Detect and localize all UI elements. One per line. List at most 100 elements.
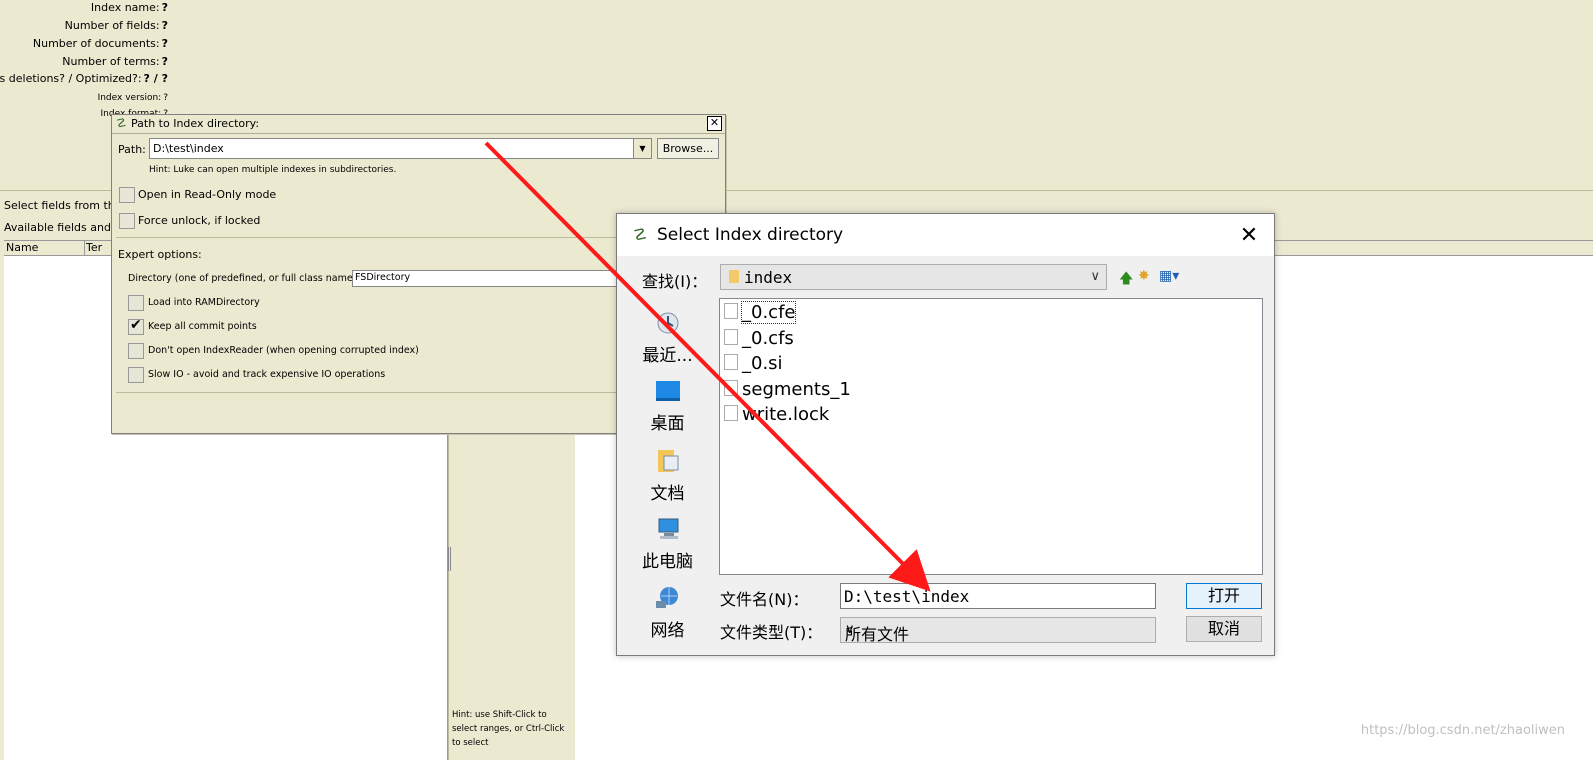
luke-app-icon: ☡ xyxy=(116,116,127,130)
recent-icon xyxy=(657,312,678,334)
expert-option-label: Don't open IndexReader (when opening cor… xyxy=(148,345,419,356)
up-folder-icon[interactable]: 🡅 xyxy=(1119,268,1133,292)
filetype-label: 文件类型(T)： xyxy=(720,623,823,642)
view-menu-icon[interactable]: ▦▾ xyxy=(1159,268,1179,284)
place-documents[interactable]: 文档 xyxy=(625,448,710,504)
path-label: Path: xyxy=(118,143,146,156)
readonly-label: Open in Read-Only mode xyxy=(138,188,277,201)
cancel-button[interactable]: 取消 xyxy=(1186,616,1262,642)
file-item[interactable]: _0.cfe xyxy=(724,301,797,324)
index-info-row: Index name:? xyxy=(91,1,168,14)
luke-app-icon: ☡ xyxy=(633,225,648,244)
close-button[interactable]: ✕ xyxy=(1236,223,1262,249)
file-icon xyxy=(724,354,738,370)
select-directory-dialog: ☡ Select Index directory ✕ 查找(I)： index … xyxy=(616,213,1275,656)
chevron-down-icon[interactable]: ∨ xyxy=(1090,269,1100,284)
index-info-row: Number of fields:? xyxy=(65,19,168,32)
filename-input[interactable]: D:\test\index xyxy=(840,583,1156,609)
place-this-pc[interactable]: 此电脑 xyxy=(625,516,710,572)
select-dialog-title: Select Index directory xyxy=(657,225,844,245)
selection-hint: Hint: use Shift-Click to select ranges, … xyxy=(452,710,565,748)
look-in-label: 查找(I)： xyxy=(642,272,708,291)
file-item[interactable]: write.lock xyxy=(724,404,829,426)
index-info-row: Has deletions? / Optimized?:? / ? xyxy=(0,72,168,85)
file-name: _0.cfs xyxy=(742,327,794,349)
directory-value: FSDirectory xyxy=(355,272,411,283)
expert-option-label: Keep all commit points xyxy=(148,321,257,332)
place-label: 桌面 xyxy=(650,414,685,434)
readonly-checkbox[interactable] xyxy=(119,187,135,203)
force-unlock-checkbox[interactable] xyxy=(119,213,135,229)
folder-icon xyxy=(729,270,739,283)
file-icon xyxy=(724,303,738,319)
file-item[interactable]: _0.cfs xyxy=(724,328,794,350)
file-name: segments_1 xyxy=(742,378,851,400)
expert-option-label: Load into RAMDirectory xyxy=(148,297,260,308)
path-hint: Hint: Luke can open multiple indexes in … xyxy=(149,165,397,175)
expert-option-label: Slow IO - avoid and track expensive IO o… xyxy=(148,369,386,380)
filename-label: 文件名(N)： xyxy=(720,590,809,609)
available-fields-text: Available fields and xyxy=(4,221,111,234)
expert-option-checkbox[interactable] xyxy=(128,343,144,359)
computer-icon xyxy=(658,518,678,539)
place-label: 网络 xyxy=(650,621,685,641)
look-in-combo[interactable]: index ∨ xyxy=(720,264,1107,290)
close-icon: ✕ xyxy=(709,116,720,129)
index-info-label: Number of fields: xyxy=(64,19,160,32)
index-info-row: Number of terms:? xyxy=(62,55,168,68)
browse-button[interactable]: Browse... xyxy=(657,138,719,159)
splitter-handle[interactable] xyxy=(448,547,452,571)
file-item[interactable]: segments_1 xyxy=(724,379,851,401)
place-network[interactable]: 网络 xyxy=(625,585,710,641)
index-info-value: ? xyxy=(161,19,168,32)
expert-options-label: Expert options: xyxy=(118,248,202,261)
expert-option-checkbox[interactable] xyxy=(128,295,144,311)
index-info-label: Index name: xyxy=(90,1,160,14)
path-combo[interactable]: D:\test\index ▼ xyxy=(149,138,652,159)
index-info-value: ? xyxy=(161,55,168,68)
open-button[interactable]: 打开 xyxy=(1186,583,1262,609)
filename-value: D:\test\index xyxy=(844,587,970,606)
index-info-value: ? xyxy=(161,37,168,50)
watermark: https://blog.csdn.net/zhaoliwen xyxy=(1360,723,1565,738)
place-desktop[interactable]: 桌面 xyxy=(625,378,710,434)
force-unlock-label: Force unlock, if locked xyxy=(138,214,261,227)
index-info-row: Index version:? xyxy=(98,90,168,103)
index-info-row: Number of documents:? xyxy=(33,37,168,50)
file-name: write.lock xyxy=(742,404,830,425)
directory-label: Directory (one of predefined, or full cl… xyxy=(128,273,360,284)
index-info-label: Index version: xyxy=(97,93,162,103)
path-dialog-titlebar[interactable]: ☡ Path to Index directory: ✕ xyxy=(112,115,725,134)
new-folder-icon[interactable]: ✸ xyxy=(1138,268,1150,284)
index-info-label: Number of documents: xyxy=(32,37,160,50)
file-name: _0.cfe xyxy=(740,301,797,324)
network-icon xyxy=(655,587,678,608)
index-info-value: ? xyxy=(163,93,168,103)
place-recent[interactable]: 最近... xyxy=(625,310,710,366)
checkmark-icon: ✔ xyxy=(130,317,142,333)
file-name: _0.si xyxy=(742,353,783,374)
documents-icon xyxy=(657,450,678,472)
index-info-label: Has deletions? / Optimized?: xyxy=(0,72,142,85)
column-header-name[interactable]: Name xyxy=(4,241,85,255)
file-icon xyxy=(724,379,738,396)
place-label: 此电脑 xyxy=(642,552,693,572)
desktop-icon xyxy=(655,381,680,401)
close-icon: ✕ xyxy=(1239,223,1259,248)
close-button[interactable]: ✕ xyxy=(707,116,722,131)
chevron-down-icon[interactable]: ▼ xyxy=(633,139,651,158)
path-dialog-title: Path to Index directory: xyxy=(131,117,260,130)
expert-option-checkbox[interactable] xyxy=(128,367,144,383)
file-item[interactable]: _0.si xyxy=(724,353,783,375)
file-icon xyxy=(724,328,738,345)
look-in-value: index xyxy=(744,268,793,287)
select-dialog-titlebar[interactable]: ☡ Select Index directory ✕ xyxy=(617,214,1274,256)
select-fields-text: Select fields from th xyxy=(4,199,115,212)
expert-option-checkbox[interactable]: ✔ xyxy=(128,317,144,335)
chevron-down-icon[interactable]: ∨ xyxy=(845,622,1149,637)
index-info-label: Number of terms: xyxy=(62,55,160,68)
file-list[interactable]: _0.cfe _0.cfs _0.si segments_1 write.lock xyxy=(719,298,1263,575)
index-info-value: ? xyxy=(161,1,168,14)
filetype-combo[interactable]: 所有文件 ∨ xyxy=(840,617,1156,644)
path-value: D:\test\index xyxy=(153,142,224,155)
